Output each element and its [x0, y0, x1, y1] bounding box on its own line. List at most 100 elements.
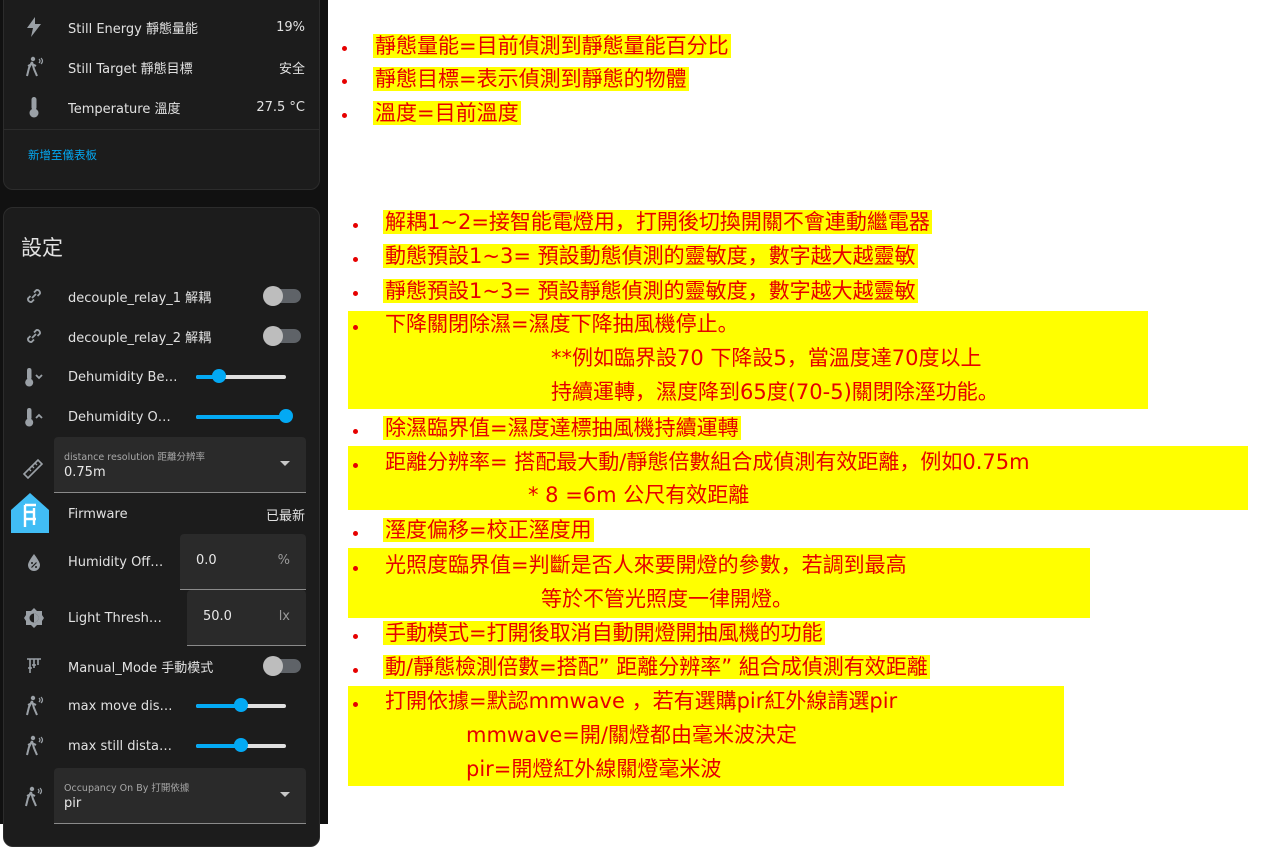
- slider-thumb[interactable]: [212, 369, 226, 383]
- annotation-dehumidity-below: 下降關閉除濕=濕度下降抽風機停止。: [383, 309, 741, 339]
- dehumidity-below-slider[interactable]: [196, 369, 286, 383]
- link-icon: [22, 324, 46, 348]
- link-icon: [22, 284, 46, 308]
- ruler-icon: [22, 458, 44, 484]
- manual-mode-icon: [22, 654, 46, 678]
- input-unit: lx: [278, 609, 290, 624]
- annotation-still-preset: 靜態預設1~3= 預設靜態偵測的靈敏度，數字越大越靈敏: [383, 276, 918, 306]
- add-to-dashboard-link[interactable]: 新增至儀表板: [28, 147, 97, 163]
- annotation-text: 靜態目標=表示偵測到靜態的物體: [373, 67, 689, 91]
- sensor-row-temperature[interactable]: Temperature 溫度 27.5 °C: [4, 87, 321, 127]
- select-value: 0.75m: [64, 465, 106, 480]
- sensor-row-still-energy[interactable]: Still Energy 靜態量能 19%: [4, 7, 321, 47]
- annotation-text: 解耦1~2=接智能電燈用，打開後切換開關不會連動繼電器: [383, 210, 932, 234]
- annotation-still-energy: 靜態量能=目前偵測到靜態量能百分比: [373, 31, 731, 61]
- setting-row-dehumidity-below[interactable]: Dehumidity Be…: [4, 357, 321, 397]
- sensor-value: 27.5 °C: [256, 99, 305, 115]
- annotation-text: 動/靜態檢測倍數=搭配” 距離分辨率” 組合成偵測有效距離: [383, 655, 930, 679]
- toggle-knob: [263, 326, 283, 346]
- setting-label: Manual_Mode 手動模式: [68, 660, 214, 676]
- bullet: [353, 223, 358, 228]
- thermometer-icon: [22, 95, 46, 119]
- sensor-label: Still Target 靜態目標: [68, 61, 193, 77]
- person-still-icon: [22, 734, 46, 758]
- annotation-text: 溼度偏移=校正溼度用: [383, 518, 594, 542]
- annotation-text: 持續運轉，濕度降到65度(70-5)關閉除溼功能。: [551, 380, 999, 404]
- annotation-text: 靜態預設1~3= 預設靜態偵測的靈敏度，數字越大越靈敏: [383, 279, 918, 303]
- annotation-multiplier: 動/靜態檢測倍數=搭配” 距離分辨率” 組合成偵測有效距離: [383, 652, 930, 682]
- bullet: [353, 325, 358, 330]
- annotation-move-preset: 動態預設1~3= 預設動態偵測的靈敏度，數字越大越靈敏: [383, 241, 918, 271]
- bullet: [342, 79, 347, 84]
- setting-row-decouple-relay-1[interactable]: decouple_relay_1 解耦: [4, 276, 321, 316]
- distance-resolution-select[interactable]: distance resolution 距離分辨率 0.75m: [54, 437, 306, 493]
- dropdown-arrow-icon[interactable]: [280, 792, 290, 797]
- setting-label: Dehumidity O…: [68, 409, 171, 425]
- bullet: [353, 531, 358, 536]
- select-value: pir: [64, 796, 82, 811]
- person-walk-icon: [22, 786, 44, 812]
- person-still-icon: [22, 55, 46, 79]
- light-threshold-input[interactable]: 50.0 lx: [187, 590, 306, 646]
- sensor-label: Temperature 溫度: [68, 101, 181, 117]
- setting-row-max-move-distance[interactable]: max move dis…: [4, 686, 321, 726]
- input-unit: %: [277, 553, 290, 568]
- annotation-text: 溫度=目前溫度: [373, 101, 521, 125]
- select-label: Occupancy On By 打開依據: [64, 783, 190, 794]
- annotation-text: **例如臨界設70 下降設5，當溫度達70度以上: [551, 346, 982, 370]
- setting-row-max-still-distance[interactable]: max still dista…: [4, 726, 321, 766]
- annotation-text: 下降關閉除濕=濕度下降抽風機停止。: [383, 312, 741, 336]
- bullet: [353, 429, 358, 434]
- setting-label: Light Thresh…: [68, 610, 162, 626]
- sensors-card: Still Energy 靜態量能 19% Still Target 靜態目標 …: [3, 0, 320, 190]
- annotation-text: 光照度臨界值=判斷是否人來要開燈的參數，若調到最高: [383, 553, 909, 577]
- sensor-value: 安全: [278, 61, 305, 77]
- manual-mode-toggle[interactable]: [263, 656, 301, 676]
- setting-row-manual-mode[interactable]: Manual_Mode 手動模式: [4, 646, 321, 686]
- annotation-text: 除濕臨界值=濕度達標抽風機持續運轉: [383, 416, 741, 440]
- select-label: distance resolution 距離分辨率: [64, 452, 205, 463]
- home-assistant-logo-icon: [9, 491, 51, 535]
- decouple-relay-2-toggle[interactable]: [263, 326, 301, 346]
- input-value: 50.0: [203, 609, 232, 624]
- setting-label: max still dista…: [68, 738, 172, 754]
- dropdown-arrow-icon[interactable]: [280, 461, 290, 466]
- lightning-icon: [22, 15, 46, 39]
- brightness-icon: [22, 606, 46, 630]
- water-percent-icon: [22, 550, 46, 574]
- setting-label: max move dis…: [68, 698, 173, 714]
- setting-label: decouple_relay_2 解耦: [68, 330, 212, 346]
- annotation-still-target: 靜態目標=表示偵測到靜態的物體: [373, 64, 689, 94]
- annotation-text: * 8 =6m 公尺有效距離: [528, 483, 750, 507]
- setting-row-dehumidity-over[interactable]: Dehumidity O…: [4, 397, 321, 437]
- slider-thumb[interactable]: [234, 698, 248, 712]
- bullet: [353, 668, 358, 673]
- setting-row-firmware[interactable]: Firmware 已最新: [4, 494, 321, 534]
- bullet: [342, 113, 347, 118]
- occupancy-on-by-select[interactable]: Occupancy On By 打開依據 pir: [54, 768, 306, 824]
- annotation-manual-mode: 手動模式=打開後取消自動開燈開抽風機的功能: [383, 618, 825, 648]
- sensor-label: Still Energy 靜態量能: [68, 21, 198, 37]
- annotation-text: 手動模式=打開後取消自動開燈開抽風機的功能: [383, 621, 825, 645]
- ha-device-panel: Still Energy 靜態量能 19% Still Target 靜態目標 …: [0, 0, 328, 847]
- setting-row-decouple-relay-2[interactable]: decouple_relay_2 解耦: [4, 316, 321, 356]
- bullet: [353, 702, 358, 707]
- max-still-distance-slider[interactable]: [196, 738, 286, 752]
- decouple-relay-1-toggle[interactable]: [263, 286, 301, 306]
- setting-label: decouple_relay_1 解耦: [68, 290, 212, 306]
- sensor-row-still-target[interactable]: Still Target 靜態目標 安全: [4, 47, 321, 87]
- slider-thumb[interactable]: [279, 409, 293, 423]
- thermometer-up-icon: [22, 405, 46, 429]
- humidity-offset-input[interactable]: 0.0 %: [180, 534, 306, 590]
- bullet: [353, 257, 358, 262]
- annotation-occupancy: 打開依據=默認mmwave ，若有選購pir紅外線請選pir: [383, 686, 900, 716]
- bullet: [353, 566, 358, 571]
- bullet: [342, 46, 347, 51]
- dehumidity-over-slider[interactable]: [196, 409, 293, 423]
- slider-thumb[interactable]: [234, 738, 248, 752]
- bullet: [353, 634, 358, 639]
- divider: [4, 129, 319, 130]
- toggle-knob: [263, 656, 283, 676]
- max-move-distance-slider[interactable]: [196, 698, 286, 712]
- annotation-humidity-offset: 溼度偏移=校正溼度用: [383, 515, 594, 545]
